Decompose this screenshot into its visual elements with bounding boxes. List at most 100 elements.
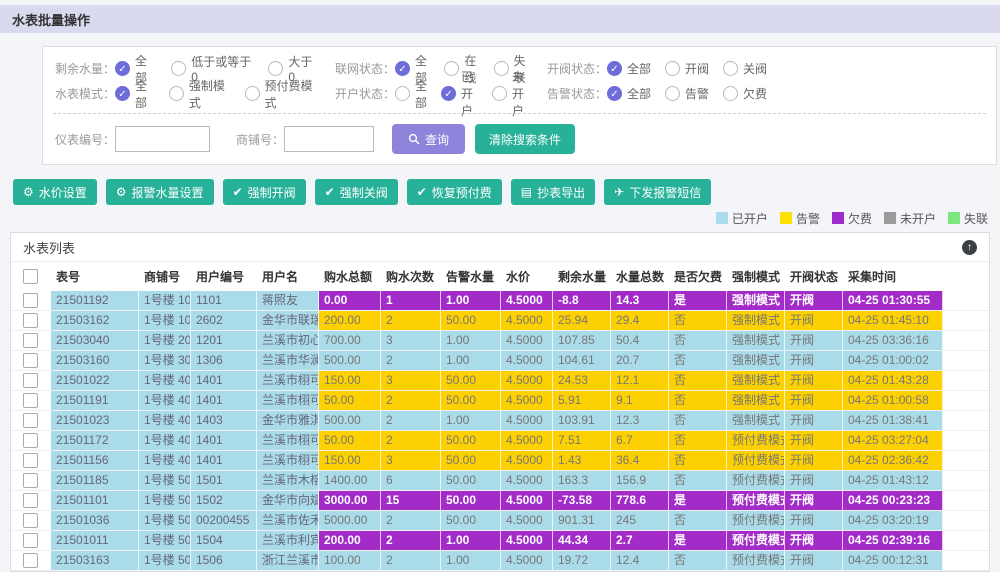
legend-item: 已开户	[716, 210, 768, 227]
column-header-user-name: 用户名	[257, 262, 319, 291]
cell-valve-status: 开阀	[785, 391, 843, 411]
table-header-row: 表号商铺号用户编号用户名购水总额购水次数告警水量水价剩余水量水量总数是否欠费强制…	[11, 262, 989, 291]
cell-is-arrears: 是	[669, 491, 727, 511]
row-checkbox-cell	[11, 431, 51, 451]
table-row: 215010361号楼 50300200455兰溪市佐禾5000.00250.0…	[11, 511, 989, 531]
radio-option-label: 开阀	[685, 60, 709, 77]
row-checkbox[interactable]	[23, 373, 38, 388]
row-checkbox-cell	[11, 391, 51, 411]
row-checkbox[interactable]	[23, 353, 38, 368]
radio-option[interactable]: ✓全部	[607, 60, 651, 77]
action-button[interactable]: ✔强制关阀	[315, 179, 398, 205]
radio-option[interactable]: 全部	[395, 77, 427, 111]
row-checkbox[interactable]	[23, 493, 38, 508]
meter-table: 表号商铺号用户编号用户名购水总额购水次数告警水量水价剩余水量水量总数是否欠费强制…	[11, 262, 989, 571]
action-button[interactable]: ⚙报警水量设置	[106, 179, 214, 205]
radio-option[interactable]: 关阀	[723, 60, 767, 77]
row-filler	[943, 291, 989, 311]
cell-alarm-water: 1.00	[441, 331, 501, 351]
row-filler	[943, 471, 989, 491]
cell-user-name: 兰溪市栩可	[257, 431, 319, 451]
cell-total-water: 6.7	[611, 431, 669, 451]
row-checkbox[interactable]	[23, 513, 38, 528]
filter-group-label: 开阀状态	[543, 60, 607, 77]
select-all-cell	[11, 262, 51, 291]
column-header-remaining-water: 剩余水量	[553, 262, 611, 291]
cell-is-arrears: 否	[669, 511, 727, 531]
row-checkbox-cell	[11, 411, 51, 431]
column-header-shop-no: 商铺号	[139, 262, 191, 291]
header-filler	[943, 262, 989, 291]
row-filler	[943, 551, 989, 571]
radio-option[interactable]: 告警	[665, 85, 709, 102]
row-checkbox[interactable]	[23, 333, 38, 348]
cell-alarm-water: 1.00	[441, 351, 501, 371]
select-all-checkbox[interactable]	[23, 269, 38, 284]
cell-user-no: 1506	[191, 551, 257, 571]
row-checkbox-cell	[11, 471, 51, 491]
action-button[interactable]: ✔强制开阀	[223, 179, 306, 205]
filter-group-label: 开户状态	[331, 85, 395, 102]
radio-option[interactable]: ✓已开户	[441, 68, 478, 119]
row-checkbox[interactable]	[23, 313, 38, 328]
cell-mode: 强制模式	[727, 311, 785, 331]
cell-mode: 强制模式	[727, 371, 785, 391]
cell-total-water: 20.7	[611, 351, 669, 371]
cell-mode: 强制模式	[727, 411, 785, 431]
cell-alarm-water: 50.00	[441, 391, 501, 411]
radio-option-label: 全部	[627, 60, 651, 77]
legend-swatch	[884, 212, 896, 224]
radio-option[interactable]: 未开户	[492, 68, 529, 119]
row-checkbox[interactable]	[23, 393, 38, 408]
meter-no-input[interactable]	[115, 126, 210, 152]
table-row: 215011561号楼 4061401兰溪市栩可150.00350.004.50…	[11, 451, 989, 471]
status-legend: 已开户告警欠费未开户失联	[0, 210, 988, 226]
action-button[interactable]: ✈下发报警短信	[604, 179, 711, 205]
row-checkbox[interactable]	[23, 433, 38, 448]
radio-option[interactable]: 开阀	[665, 60, 709, 77]
cell-remaining-water: -8.8	[553, 291, 611, 311]
row-checkbox[interactable]	[23, 533, 38, 548]
row-checkbox[interactable]	[23, 453, 38, 468]
search-button[interactable]: 查询	[392, 124, 465, 154]
radio-option[interactable]: 欠费	[723, 85, 767, 102]
cell-purchase-total: 700.00	[319, 331, 381, 351]
row-checkbox[interactable]	[23, 473, 38, 488]
shop-no-input[interactable]	[284, 126, 374, 152]
action-button[interactable]: ⚙水价设置	[13, 179, 97, 205]
radio-option[interactable]: ✓全部	[115, 77, 155, 111]
column-header-purchase-total: 购水总额	[319, 262, 381, 291]
cell-is-arrears: 是	[669, 531, 727, 551]
cell-is-arrears: 否	[669, 431, 727, 451]
row-checkbox[interactable]	[23, 413, 38, 428]
collapse-panel-icon[interactable]: ↑	[962, 240, 977, 255]
cell-valve-status: 开阀	[785, 371, 843, 391]
cell-meter-no: 21501156	[51, 451, 139, 471]
action-button-label: 恢复预付费	[432, 184, 492, 201]
cell-mode: 强制模式	[727, 351, 785, 371]
cell-remaining-water: 25.94	[553, 311, 611, 331]
cell-purchase-count: 3	[381, 371, 441, 391]
cell-purchase-total: 50.00	[319, 391, 381, 411]
action-button[interactable]: ▤抄表导出	[511, 179, 595, 205]
row-checkbox[interactable]	[23, 293, 38, 308]
radio-option[interactable]: ✓全部	[607, 85, 651, 102]
radio-option[interactable]: 预付费模式	[245, 77, 318, 111]
cell-price: 4.5000	[501, 531, 553, 551]
clear-search-button[interactable]: 清除搜索条件	[475, 124, 575, 154]
cell-user-name: 兰溪市木榕	[257, 471, 319, 491]
cell-purchase-total: 50.00	[319, 431, 381, 451]
cell-remaining-water: 7.51	[553, 431, 611, 451]
row-filler	[943, 331, 989, 351]
cell-purchase-count: 3	[381, 451, 441, 471]
cell-collect-time: 04-25 01:30:55	[843, 291, 943, 311]
cell-user-name: 兰溪市初心	[257, 331, 319, 351]
action-button[interactable]: ✔恢复预付费	[407, 179, 502, 205]
cell-price: 4.5000	[501, 331, 553, 351]
row-checkbox[interactable]	[23, 553, 38, 568]
cell-remaining-water: 901.31	[553, 511, 611, 531]
legend-label: 未开户	[900, 210, 936, 227]
page-header: 水表批量操作	[0, 5, 1000, 33]
radio-option[interactable]: 强制模式	[169, 77, 231, 111]
column-header-valve-status: 开阀状态	[785, 262, 843, 291]
